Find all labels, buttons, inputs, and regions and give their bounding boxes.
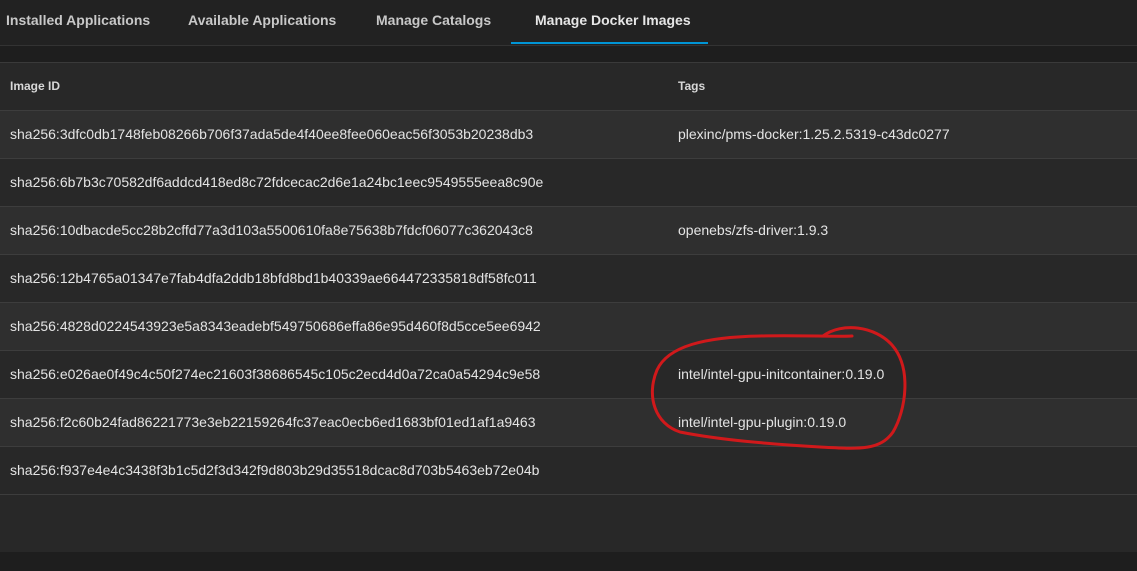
tab-bar: Installed Applications Available Applica…: [0, 0, 1137, 46]
tags-cell: intel/intel-gpu-plugin:0.19.0: [678, 414, 847, 430]
tab-manage-docker-images[interactable]: Manage Docker Images: [511, 0, 708, 44]
tags-cell: plexinc/pms-docker:1.25.2.5319-c43dc0277: [678, 126, 950, 142]
table-row[interactable]: sha256:f937e4e4c3438f3b1c5d2f3d342f9d803…: [0, 447, 1137, 495]
column-header-image-id[interactable]: Image ID: [10, 63, 60, 109]
tags-cell: openebs/zfs-driver:1.9.3: [678, 222, 829, 238]
table-row[interactable]: sha256:3dfc0db1748feb08266b706f37ada5de4…: [0, 111, 1137, 159]
table-header: Image ID Tags: [0, 63, 1137, 111]
table-row[interactable]: sha256:10dbacde5cc28b2cffd77a3d103a55006…: [0, 207, 1137, 255]
image-id-cell: sha256:3dfc0db1748feb08266b706f37ada5de4…: [10, 126, 534, 142]
table-row[interactable]: sha256:f2c60b24fad86221773e3eb22159264fc…: [0, 399, 1137, 447]
table-row[interactable]: sha256:12b4765a01347e7fab4dfa2ddb18bfd8b…: [0, 255, 1137, 303]
image-id-cell: sha256:12b4765a01347e7fab4dfa2ddb18bfd8b…: [10, 270, 537, 286]
docker-images-page: Installed Applications Available Applica…: [0, 0, 1137, 571]
table-row[interactable]: sha256:6b7b3c70582df6addcd418ed8c72fdcec…: [0, 159, 1137, 207]
image-id-cell: sha256:6b7b3c70582df6addcd418ed8c72fdcec…: [10, 174, 544, 190]
docker-images-table: Image ID Tags sha256:3dfc0db1748feb08266…: [0, 62, 1137, 553]
tab-available-applications[interactable]: Available Applications: [164, 0, 360, 44]
image-id-cell: sha256:4828d0224543923e5a8343eadebf54975…: [10, 318, 541, 334]
table-row[interactable]: sha256:e026ae0f49c4c50f274ec21603f386865…: [0, 351, 1137, 399]
tab-manage-catalogs[interactable]: Manage Catalogs: [352, 0, 515, 44]
table-row[interactable]: sha256:4828d0224543923e5a8343eadebf54975…: [0, 303, 1137, 351]
column-header-tags[interactable]: Tags: [678, 63, 705, 109]
image-id-cell: sha256:f2c60b24fad86221773e3eb22159264fc…: [10, 414, 536, 430]
tab-installed-applications[interactable]: Installed Applications: [0, 0, 174, 44]
page-footer-space: [0, 552, 1137, 571]
image-id-cell: sha256:e026ae0f49c4c50f274ec21603f386865…: [10, 366, 541, 382]
image-id-cell: sha256:10dbacde5cc28b2cffd77a3d103a55006…: [10, 222, 533, 238]
tags-cell: intel/intel-gpu-initcontainer:0.19.0: [678, 366, 885, 382]
image-id-cell: sha256:f937e4e4c3438f3b1c5d2f3d342f9d803…: [10, 462, 540, 478]
